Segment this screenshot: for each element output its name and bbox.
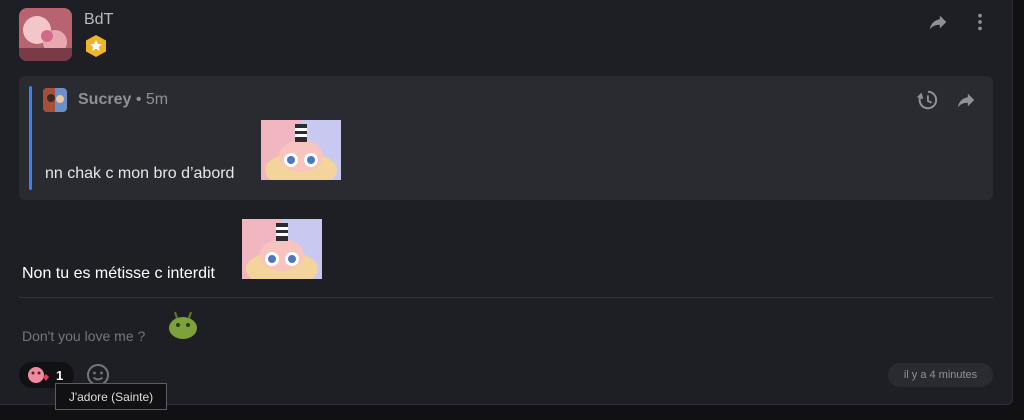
more-options-icon[interactable] <box>968 10 992 34</box>
forum-post: BdT Sucrey • 5m nn chak c mon bro d’abor… <box>0 0 1013 410</box>
reaction-tooltip: J'adore (Sainte) <box>55 383 167 410</box>
share-icon[interactable] <box>954 88 978 112</box>
quoted-message: Sucrey • 5m nn chak c mon bro d’abord <box>19 76 993 200</box>
quote-text: nn chak c mon bro d’abord <box>45 165 235 182</box>
quote-accent-bar <box>29 86 32 190</box>
quote-separator: • <box>135 91 142 108</box>
author-name[interactable]: BdT <box>84 11 113 29</box>
sticker-image <box>242 219 322 279</box>
author-avatar[interactable] <box>19 8 72 61</box>
quote-time: 5m <box>145 91 169 108</box>
reaction-count: 1 <box>56 368 64 383</box>
quote-author-name[interactable]: Sucrey <box>78 91 131 108</box>
history-icon[interactable] <box>915 88 939 112</box>
share-icon[interactable] <box>926 10 950 34</box>
reaction-emoji-icon <box>28 367 49 383</box>
signature-emoji <box>166 306 200 340</box>
quote-meta: Sucrey • 5m <box>78 91 168 109</box>
star-badge-icon <box>84 34 108 58</box>
signature-text: Don't you love me ? <box>22 328 146 344</box>
message-text: Non tu es métisse c interdit <box>22 265 215 282</box>
sticker-image <box>261 120 341 180</box>
post-timestamp: il y a 4 minutes <box>888 363 993 387</box>
quote-author-avatar[interactable] <box>43 88 67 112</box>
signature-divider <box>19 297 993 298</box>
